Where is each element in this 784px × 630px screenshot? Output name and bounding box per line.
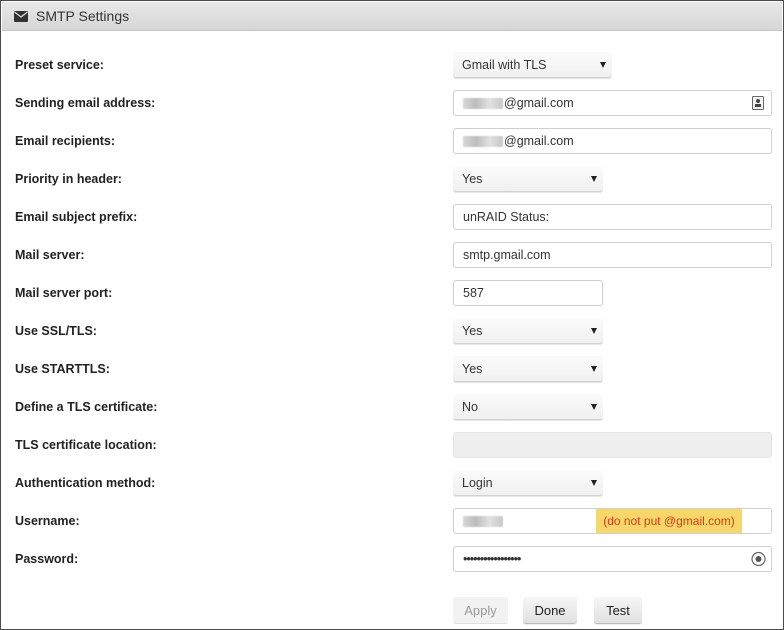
contact-card-icon[interactable] <box>752 96 764 110</box>
label-use-ssl-tls: Use SSL/TLS: <box>15 324 97 338</box>
label-password: Password: <box>15 552 79 566</box>
row-sending-email: Sending email address: @gmail.com <box>1 84 783 122</box>
label-sending-email: Sending email address: <box>15 96 156 110</box>
envelope-icon <box>14 10 28 22</box>
label-username: Username: <box>15 514 80 528</box>
preset-service-value: Gmail with TLS <box>462 57 547 72</box>
label-mail-server: Mail server: <box>15 248 85 262</box>
done-button[interactable]: Done <box>523 597 577 624</box>
password-value: ••••••••••••••••• <box>463 552 521 566</box>
preset-service-select[interactable]: Gmail with TLS <box>453 52 612 78</box>
tls-certificate-value: No <box>462 399 478 414</box>
label-mail-server-port: Mail server port: <box>15 286 113 300</box>
row-password: Password: ••••••••••••••••• <box>1 540 783 578</box>
username-input[interactable]: (do not put @gmail.com) <box>453 508 772 534</box>
redacted-text <box>463 135 503 147</box>
label-subject-prefix: Email subject prefix: <box>15 210 138 224</box>
password-input[interactable]: ••••••••••••••••• <box>453 546 772 572</box>
priority-header-select[interactable]: Yes <box>453 166 603 192</box>
use-starttls-value: Yes <box>462 361 483 376</box>
label-tls-cert-location: TLS certificate location: <box>15 438 157 452</box>
row-use-starttls: Use STARTTLS: Yes <box>1 350 783 388</box>
mail-server-value: smtp.gmail.com <box>463 248 551 262</box>
priority-header-value: Yes <box>462 171 483 186</box>
apply-button[interactable]: Apply <box>453 597 508 624</box>
mail-server-port-value: 587 <box>463 286 484 300</box>
row-username: Username: (do not put @gmail.com) <box>1 502 783 540</box>
redacted-text <box>463 515 503 527</box>
auth-method-select[interactable]: Login <box>453 470 603 496</box>
username-note: (do not put @gmail.com) <box>596 509 742 533</box>
auth-method-value: Login <box>462 475 493 490</box>
row-subject-prefix: Email subject prefix: unRAID Status: <box>1 198 783 236</box>
row-use-ssl-tls: Use SSL/TLS: Yes <box>1 312 783 350</box>
test-button[interactable]: Test <box>594 597 642 624</box>
label-auth-method: Authentication method: <box>15 476 156 490</box>
sending-email-value: @gmail.com <box>504 96 574 110</box>
mail-server-input[interactable]: smtp.gmail.com <box>453 242 772 268</box>
label-preset-service: Preset service: <box>15 58 104 72</box>
use-starttls-select[interactable]: Yes <box>453 356 603 382</box>
email-recipients-input[interactable]: @gmail.com <box>453 128 772 154</box>
row-tls-cert-location: TLS certificate location: <box>1 426 783 464</box>
dropdown-arrow-icon <box>591 175 597 182</box>
label-priority-header: Priority in header: <box>15 172 122 186</box>
dropdown-arrow-icon <box>600 61 606 68</box>
row-email-recipients: Email recipients: @gmail.com <box>1 122 783 160</box>
use-ssl-tls-select[interactable]: Yes <box>453 318 603 344</box>
mail-server-port-input[interactable]: 587 <box>453 280 603 306</box>
label-tls-certificate: Define a TLS certificate: <box>15 400 158 414</box>
dropdown-arrow-icon <box>591 365 597 372</box>
row-tls-certificate: Define a TLS certificate: No <box>1 388 783 426</box>
dropdown-arrow-icon <box>591 327 597 334</box>
subject-prefix-value: unRAID Status: <box>463 210 550 224</box>
show-password-icon[interactable] <box>751 551 766 567</box>
smtp-settings-panel: SMTP Settings Preset service: Gmail with… <box>0 0 784 630</box>
panel-title: SMTP Settings <box>36 8 130 24</box>
dropdown-arrow-icon <box>591 479 597 486</box>
label-use-starttls: Use STARTTLS: <box>15 362 110 376</box>
sending-email-input[interactable]: @gmail.com <box>453 90 772 116</box>
label-email-recipients: Email recipients: <box>15 134 116 148</box>
tls-certificate-select[interactable]: No <box>453 394 603 420</box>
row-priority-header: Priority in header: Yes <box>1 160 783 198</box>
use-ssl-tls-value: Yes <box>462 323 483 338</box>
redacted-text <box>463 97 503 109</box>
row-mail-server: Mail server: smtp.gmail.com <box>1 236 783 274</box>
tls-cert-location-input <box>453 432 772 458</box>
row-mail-server-port: Mail server port: 587 <box>1 274 783 312</box>
row-preset-service: Preset service: Gmail with TLS <box>1 46 783 84</box>
panel-header: SMTP Settings <box>2 2 782 31</box>
dropdown-arrow-icon <box>591 403 597 410</box>
email-recipients-value: @gmail.com <box>504 134 574 148</box>
row-auth-method: Authentication method: Login <box>1 464 783 502</box>
subject-prefix-input[interactable]: unRAID Status: <box>453 204 772 230</box>
